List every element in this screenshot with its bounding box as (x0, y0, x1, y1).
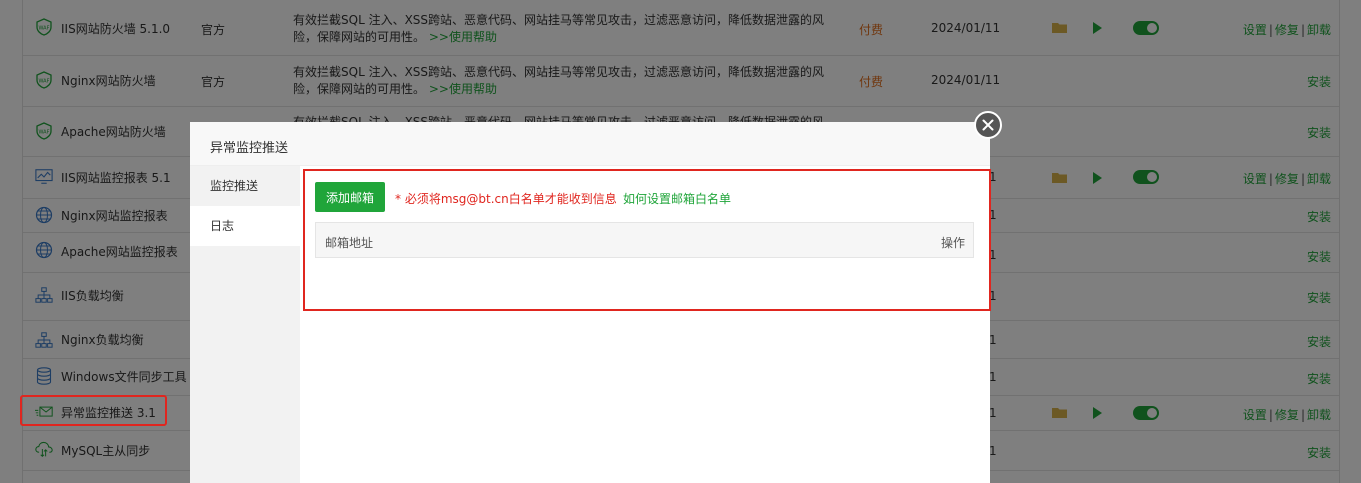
email-table-header: 邮箱地址 操作 (315, 222, 974, 258)
add-email-button[interactable]: 添加邮箱 (315, 182, 385, 212)
tab-log[interactable]: 日志 (190, 206, 300, 246)
whitelist-help-link[interactable]: 如何设置邮箱白名单 (623, 190, 731, 207)
tab-monitor-push[interactable]: 监控推送 (190, 166, 300, 206)
modal-title-bar: 异常监控推送 (190, 122, 990, 166)
highlight-box (20, 395, 167, 426)
modal-title: 异常监控推送 (210, 141, 289, 156)
whitelist-warning: * 必须将msg@bt.cn白名单才能收到信息 (395, 192, 617, 206)
modal-sidebar: 监控推送 日志 (190, 166, 300, 483)
column-action: 操作 (940, 236, 965, 250)
close-icon[interactable] (974, 111, 1002, 139)
column-email: 邮箱地址 (325, 236, 374, 250)
